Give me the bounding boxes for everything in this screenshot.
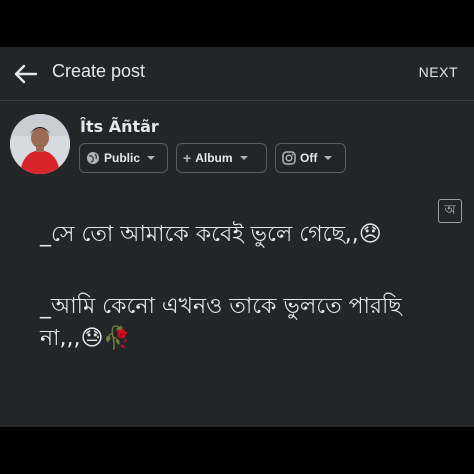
privacy-selector[interactable]: Public <box>79 143 168 173</box>
chevron-down-icon <box>146 155 156 161</box>
bottom-letterbox <box>0 427 474 474</box>
globe-icon <box>86 151 100 165</box>
back-button[interactable] <box>12 60 40 88</box>
post-line: না,,,😓🥀 <box>40 326 131 351</box>
post-line: _সে তো আমাকে কবেই ভুলে গেছে,,😞 <box>40 222 382 247</box>
avatar-photo <box>10 114 70 174</box>
chevron-down-icon <box>239 155 249 161</box>
back-arrow-icon <box>14 64 38 84</box>
instagram-icon <box>282 151 296 165</box>
instagram-label: Off <box>300 151 318 165</box>
page-title: Create post <box>52 61 146 81</box>
language-toggle-button[interactable]: অ <box>438 199 462 223</box>
create-post-screen: Create post NEXT Îts Ãñtãr Public + Albu… <box>0 47 474 427</box>
plus-icon: + <box>183 150 192 166</box>
profile-name: Îts Ãñtãr <box>80 117 159 136</box>
chevron-down-icon <box>323 155 333 161</box>
avatar[interactable] <box>10 114 70 174</box>
next-button[interactable]: NEXT <box>419 64 458 80</box>
album-label: Album <box>195 151 233 165</box>
instagram-share-selector[interactable]: Off <box>275 143 346 173</box>
post-text-area[interactable]: _সে তো আমাকে কবেই ভুলে গেছে,,😞 _আমি কেনো… <box>40 219 440 355</box>
post-line: _আমি কেনো এখনও তাকে ভুলতে পারছি <box>40 294 402 319</box>
top-letterbox <box>0 0 474 47</box>
app-bar: Create post NEXT <box>0 47 474 101</box>
privacy-label: Public <box>104 151 141 165</box>
album-selector[interactable]: + Album <box>176 143 267 173</box>
